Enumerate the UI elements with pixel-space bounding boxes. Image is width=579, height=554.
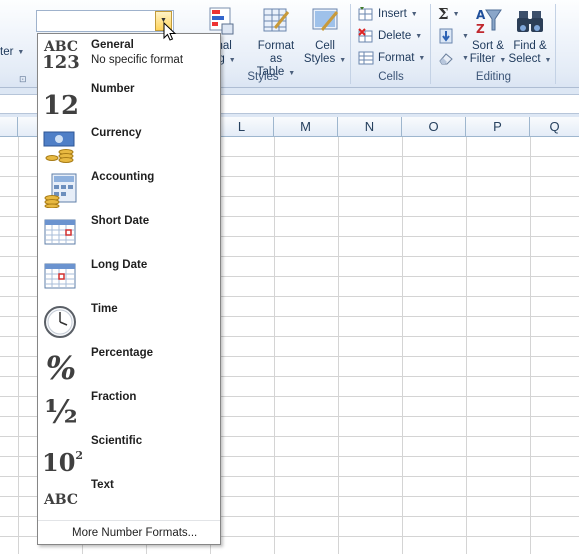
svg-text:Z: Z — [476, 22, 485, 36]
format-item-text[interactable]: ABC Text — [38, 474, 220, 518]
find-select-button[interactable]: Find & Select ▼ — [508, 6, 552, 67]
cell-styles-button[interactable]: Cell Styles ▼ — [304, 6, 346, 67]
format-as-table-button[interactable]: Format as Table ▼ — [250, 6, 302, 80]
row-header-corner[interactable] — [0, 117, 18, 137]
format-item-accounting[interactable]: Accounting — [38, 166, 220, 210]
currency-icon — [43, 131, 75, 163]
editing-group-label: Editing — [475, 71, 512, 83]
conditional-formatting-icon — [209, 7, 234, 35]
column-header-q[interactable]: Q — [530, 117, 579, 137]
dialog-launcher-icon[interactable]: ⊡ — [19, 74, 27, 85]
percent-icon: % — [45, 349, 77, 387]
format-cells-icon — [358, 51, 374, 65]
sigma-icon: Σ — [438, 5, 449, 23]
group-separator — [555, 4, 556, 84]
binoculars-icon — [517, 11, 543, 32]
format-button[interactable]: Format ▼ — [358, 49, 425, 67]
mouse-cursor-icon — [163, 22, 177, 41]
column-header-p[interactable]: P — [466, 117, 530, 137]
eraser-icon — [439, 53, 453, 65]
scientific-icon: 102 — [42, 448, 84, 477]
format-item-general[interactable]: ABC 123 General No specific format — [38, 34, 220, 78]
cells-group-label: Cells — [378, 71, 404, 83]
number-12-icon: 12 — [42, 91, 80, 121]
format-item-scientific[interactable]: 102 Scientific — [38, 430, 220, 477]
fill-button[interactable]: ▼ — [438, 27, 469, 45]
more-number-formats-item[interactable]: More Number Formats... — [38, 520, 220, 544]
sort-filter-button[interactable]: A Z Sort & Filter ▼ — [468, 6, 508, 67]
clear-button[interactable]: ▼ — [438, 49, 469, 67]
format-item-number[interactable]: 12 Number — [38, 78, 220, 122]
format-item-percentage[interactable]: % Percentage — [38, 342, 220, 386]
ribbon-partial-button[interactable]: ter ▼ — [0, 43, 24, 61]
format-as-table-icon — [263, 8, 290, 32]
number-format-dropdown: ABC 123 General No specific format 12 Nu… — [37, 33, 221, 545]
fraction-icon: ½ — [44, 393, 78, 431]
format-item-short-date[interactable]: Short Date — [38, 210, 220, 254]
text-abc-icon: ABC — [43, 492, 79, 508]
group-separator — [430, 4, 431, 84]
format-item-fraction[interactable]: ½ Fraction — [38, 386, 220, 430]
column-header-o[interactable]: O — [402, 117, 466, 137]
svg-text:A: A — [476, 8, 486, 22]
group-separator — [350, 4, 351, 84]
column-header-n[interactable]: N — [338, 117, 402, 137]
accounting-icon — [44, 173, 77, 208]
cell-styles-icon — [312, 8, 339, 31]
delete-button[interactable]: Delete ▼ — [358, 27, 422, 45]
short-date-calendar-icon — [44, 219, 76, 245]
clock-icon — [44, 306, 76, 338]
insert-button[interactable]: Insert ▼ — [358, 5, 418, 23]
delete-cells-icon — [358, 28, 373, 43]
autosum-button[interactable]: Σ ▼ — [438, 5, 460, 23]
fill-down-icon — [439, 28, 453, 44]
abc-123-icon: ABC 123 — [42, 39, 80, 73]
format-item-currency[interactable]: Currency — [38, 122, 220, 166]
long-date-calendar-icon — [44, 263, 76, 289]
number-format-combo[interactable] — [36, 10, 174, 32]
sort-filter-icon: A Z — [476, 8, 502, 36]
column-header-m[interactable]: M — [274, 117, 338, 137]
format-item-time[interactable]: Time — [38, 298, 220, 342]
format-item-long-date[interactable]: Long Date — [38, 254, 220, 298]
insert-cells-icon — [358, 7, 373, 21]
